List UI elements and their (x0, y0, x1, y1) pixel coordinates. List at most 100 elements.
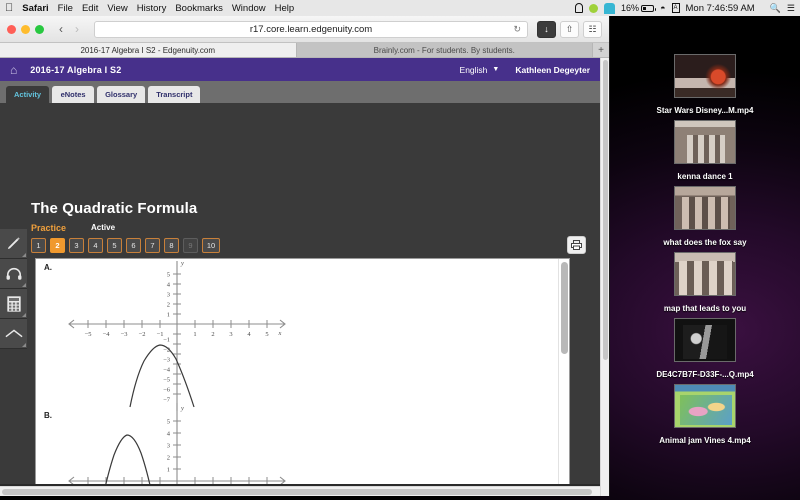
question-button-7[interactable]: 7 (145, 238, 160, 253)
svg-text:3: 3 (167, 292, 170, 299)
question-button-5[interactable]: 5 (107, 238, 122, 253)
calculator-tool[interactable] (0, 289, 27, 319)
menu-item-history[interactable]: History (137, 3, 167, 14)
video-thumbnail-icon (674, 252, 736, 296)
home-icon[interactable]: ⌂ (10, 64, 17, 76)
back-chevron-icon[interactable]: ‹ (54, 22, 68, 36)
address-bar[interactable]: r17.core.learn.edgenuity.com ↻ (94, 20, 528, 38)
download-icon[interactable]: ↓ (537, 20, 556, 38)
green-app-icon[interactable] (604, 2, 616, 14)
desktop-file-item[interactable]: Star Wars Disney...M.mp4 (655, 54, 755, 116)
show-tabs-icon[interactable]: ☷ (583, 20, 602, 38)
page-title: The Quadratic Formula (31, 200, 198, 217)
edgenuity-tab-row: Activity eNotes Glossary Transcript (0, 81, 600, 103)
question-button-9: 9 (183, 238, 198, 253)
share-icon[interactable]: ⇧ (560, 20, 579, 38)
answer-choice-letter-a: A. (44, 263, 52, 272)
desktop-file-label: Star Wars Disney...M.mp4 (656, 106, 754, 115)
svg-text:4: 4 (167, 431, 171, 438)
url-text: r17.core.learn.edgenuity.com (249, 23, 373, 35)
assignment-type-label: Practice (31, 223, 67, 233)
tab-transcript[interactable]: Transcript (148, 86, 201, 103)
reload-icon[interactable]: ↻ (513, 24, 521, 35)
graph-b: −5−4−3 −2−1 123 45 x 543 21 −1−2 y (68, 403, 286, 496)
window-traffic-lights[interactable] (7, 24, 44, 34)
question-button-8[interactable]: 8 (164, 238, 179, 253)
answer-panel-scrollbar[interactable] (558, 259, 569, 496)
menu-item-help[interactable]: Help (275, 3, 295, 14)
assignment-status-label: Active (91, 223, 116, 232)
question-button-6[interactable]: 6 (126, 238, 141, 253)
menu-item-window[interactable]: Window (232, 3, 266, 14)
desktop-file-label: DE4C7B7F-D33F-...Q.mp4 (656, 370, 754, 379)
svg-text:−3: −3 (163, 357, 170, 364)
scrollbar-thumb[interactable] (561, 262, 568, 354)
horizontal-scrollbar[interactable] (0, 486, 609, 496)
svg-text:−4: −4 (163, 367, 171, 374)
scrollbar-thumb[interactable] (2, 489, 592, 495)
chevron-up-icon (4, 328, 23, 337)
browser-tab-title: 2016-17 Algebra I S2 - Edgenuity.com (80, 45, 216, 55)
dropbox-icon[interactable] (589, 3, 599, 13)
battery-status[interactable]: 16% (621, 3, 657, 13)
clock-label[interactable]: Mon 7:46:59 AM (686, 3, 755, 14)
forward-chevron-icon: › (75, 22, 79, 36)
menu-item-safari[interactable]: Safari (22, 3, 48, 14)
desktop-file-item[interactable]: what does the fox say (655, 186, 755, 248)
question-button-2[interactable]: 2 (50, 238, 65, 253)
highlighter-tool[interactable] (0, 229, 27, 259)
browser-tab-brainly[interactable]: Brainly.com - For students. By students. (296, 43, 593, 57)
navigation-buttons[interactable]: ‹ › (54, 22, 84, 36)
page-scrollbar[interactable] (600, 58, 609, 496)
video-thumbnail-icon (674, 54, 736, 98)
browser-tab-edgenuity[interactable]: 2016-17 Algebra I S2 - Edgenuity.com (0, 43, 297, 57)
graph-a-ylabel: y (180, 260, 184, 267)
tab-glossary[interactable]: Glossary (97, 86, 146, 103)
tab-enotes[interactable]: eNotes (52, 86, 95, 103)
desktop-file-label: kenna dance 1 (677, 172, 733, 181)
minimize-window-icon[interactable] (21, 24, 30, 34)
parabola-a-curve (129, 344, 195, 408)
desktop-file-item[interactable]: DE4C7B7F-D33F-...Q.mp4 (655, 318, 755, 380)
svg-text:4: 4 (167, 282, 171, 289)
user-name-label[interactable]: Kathleen Degeyter (515, 65, 590, 75)
safari-window: ‹ › r17.core.learn.edgenuity.com ↻ ↓ ⇧ ☷… (0, 16, 610, 496)
close-window-icon[interactable] (7, 24, 16, 34)
print-button[interactable] (567, 236, 586, 254)
ghost-app-icon[interactable] (575, 3, 584, 13)
answer-choices-panel[interactable]: A. −5 −4 −3 −2 −1 1 2 3 4 5 x 5 4 3 2 1 … (35, 258, 570, 496)
menu-item-bookmarks[interactable]: Bookmarks (175, 3, 223, 14)
wifi-icon[interactable]: ◓ (660, 3, 665, 13)
desktop-file-item[interactable]: map that leads to you (655, 252, 755, 314)
scrollbar-thumb[interactable] (603, 60, 608, 360)
video-thumbnail-icon (674, 120, 736, 164)
chevron-down-icon[interactable]: ▼ (492, 66, 499, 73)
question-button-3[interactable]: 3 (69, 238, 84, 253)
maximize-window-icon[interactable] (35, 24, 44, 34)
browser-tab-title: Brainly.com - For students. By students. (373, 45, 515, 55)
audio-tool[interactable] (0, 259, 27, 289)
menu-bar-status-area: 16% ◓ A Mon 7:46:59 AM 🔍 ☰ (575, 2, 795, 14)
question-button-1[interactable]: 1 (31, 238, 46, 253)
menu-item-edit[interactable]: Edit (82, 3, 98, 14)
svg-text:2: 2 (211, 331, 214, 338)
desktop-file-item[interactable]: kenna dance 1 (655, 120, 755, 182)
svg-text:1: 1 (167, 312, 170, 319)
apple-logo-icon[interactable]:  (5, 2, 13, 14)
language-selector-label[interactable]: English (460, 65, 488, 75)
desktop-file-item[interactable]: Animal jam Vines 4.mp4 (655, 384, 755, 446)
video-thumbnail-icon (674, 186, 736, 230)
collapse-tool[interactable] (0, 319, 27, 349)
notification-center-icon[interactable]: ☰ (787, 3, 795, 13)
search-icon[interactable]: 🔍 (770, 3, 781, 13)
menu-item-file[interactable]: File (58, 3, 73, 14)
tab-label: Activity (14, 90, 42, 99)
svg-text:5: 5 (167, 419, 170, 426)
question-button-4[interactable]: 4 (88, 238, 103, 253)
menu-item-view[interactable]: View (107, 3, 127, 14)
question-button-10[interactable]: 10 (202, 238, 220, 253)
tab-activity[interactable]: Activity (6, 86, 50, 103)
question-navigator: 1 2 3 4 5 6 7 8 9 10 (31, 238, 220, 253)
new-tab-button[interactable]: + (593, 43, 609, 57)
input-source-icon[interactable]: A (671, 3, 680, 13)
